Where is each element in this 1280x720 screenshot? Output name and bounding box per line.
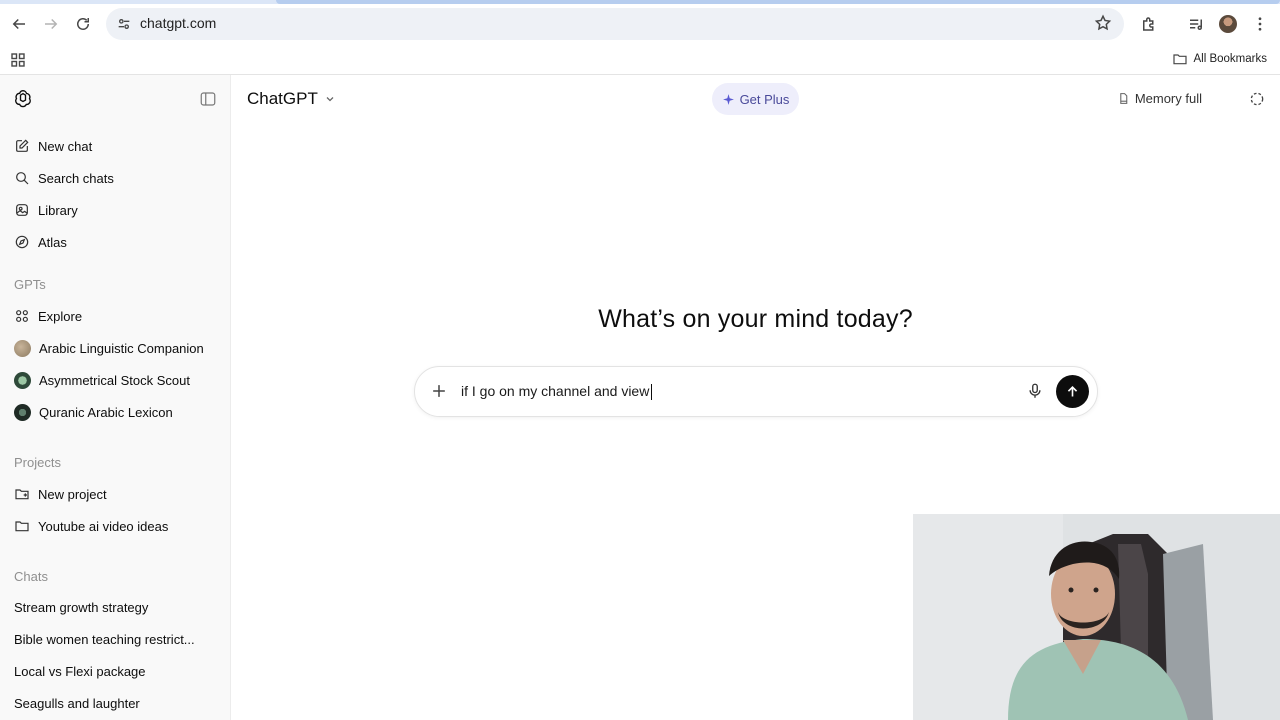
- sidebar-item-explore[interactable]: Explore: [14, 306, 82, 326]
- reload-icon[interactable]: [69, 10, 97, 38]
- all-bookmarks-label: All Bookmarks: [1193, 53, 1268, 65]
- site-info-icon[interactable]: [114, 14, 134, 34]
- temporary-chat-icon[interactable]: [1249, 91, 1265, 107]
- sidebar-item-label: New chat: [38, 138, 93, 154]
- chats-heading: Chats: [14, 569, 48, 584]
- chat-composer[interactable]: if I go on my channel and view: [414, 366, 1098, 417]
- back-icon[interactable]: [5, 10, 33, 38]
- memory-label: Memory full: [1134, 91, 1202, 106]
- extensions-icon[interactable]: [1135, 10, 1163, 38]
- bookmarks-bar: All Bookmarks: [0, 44, 1280, 75]
- forward-icon[interactable]: [37, 10, 65, 38]
- sidebar-item-label: Asymmetrical Stock Scout: [39, 372, 190, 388]
- menu-icon[interactable]: [1246, 10, 1274, 38]
- get-plus-label: Get Plus: [739, 91, 790, 107]
- address-bar[interactable]: chatgpt.com: [106, 8, 1124, 40]
- library-icon: [14, 202, 30, 218]
- all-bookmarks-button[interactable]: All Bookmarks: [1172, 51, 1268, 67]
- get-plus-button[interactable]: Get Plus: [712, 83, 799, 115]
- microphone-icon[interactable]: [1026, 382, 1044, 400]
- apps-grid-icon[interactable]: [10, 52, 26, 68]
- arrow-up-icon: [1067, 385, 1078, 397]
- sidebar-item-label: Search chats: [38, 170, 114, 186]
- profile-avatar[interactable]: [1219, 15, 1237, 33]
- memory-status[interactable]: Memory full: [1117, 91, 1202, 106]
- sidebar-item-label: New project: [38, 486, 107, 502]
- explore-icon: [14, 308, 30, 324]
- gpts-heading: GPTs: [14, 277, 46, 292]
- sidebar: New chat Search chats Library Atlas GPTs…: [0, 75, 231, 720]
- page-title: What’s on your mind today?: [598, 305, 913, 333]
- chatgpt-logo-icon[interactable]: [13, 88, 33, 108]
- sidebar-item-atlas[interactable]: Atlas: [14, 232, 67, 252]
- chevron-down-icon: [326, 97, 334, 102]
- add-attachment-icon[interactable]: [429, 381, 449, 401]
- sidebar-item-search-chats[interactable]: Search chats: [14, 168, 114, 188]
- media-icon[interactable]: [1182, 10, 1210, 38]
- sidebar-item-new-chat[interactable]: New chat: [14, 136, 92, 156]
- message-input[interactable]: if I go on my channel and view: [461, 383, 653, 401]
- atlas-icon: [14, 234, 30, 250]
- memory-icon: [1120, 93, 1128, 104]
- sidebar-item-label: Arabic Linguistic Companion: [39, 340, 204, 356]
- compose-icon: [14, 138, 30, 154]
- chat-item[interactable]: Local vs Flexi package: [14, 664, 214, 679]
- sidebar-item-label: Quranic Arabic Lexicon: [39, 404, 173, 420]
- sidebar-item-label: Atlas: [38, 234, 67, 250]
- send-button[interactable]: [1056, 375, 1089, 408]
- sidebar-item-gpt-stock-scout[interactable]: Asymmetrical Stock Scout: [14, 370, 190, 390]
- browser-toolbar: chatgpt.com: [0, 4, 1280, 44]
- folder-icon: [14, 518, 30, 534]
- sidebar-toggle-icon[interactable]: [199, 90, 217, 108]
- sidebar-item-label: Explore: [38, 308, 83, 324]
- projects-heading: Projects: [14, 455, 61, 470]
- sidebar-item-label: Library: [38, 202, 78, 218]
- chat-item[interactable]: Bible women teaching restrict...: [14, 632, 214, 647]
- model-name: ChatGPT: [247, 89, 318, 108]
- folder-icon: [1172, 54, 1187, 65]
- gpt-avatar: [14, 339, 31, 357]
- webcam-overlay: [913, 514, 1280, 720]
- new-folder-icon: [14, 486, 30, 502]
- sparkle-icon: [722, 93, 734, 105]
- sidebar-item-label: Youtube ai video ideas: [38, 518, 169, 534]
- sidebar-item-library[interactable]: Library: [14, 200, 78, 220]
- gpt-avatar: [14, 371, 31, 389]
- url-text: chatgpt.com: [140, 15, 217, 31]
- message-input-text: if I go on my channel and view: [461, 383, 650, 399]
- model-selector[interactable]: ChatGPT: [247, 89, 336, 109]
- chat-item[interactable]: Seagulls and laughter: [14, 696, 214, 711]
- gpt-avatar: [14, 403, 31, 421]
- bookmark-star-icon[interactable]: [1094, 14, 1114, 34]
- chat-item[interactable]: Stream growth strategy: [14, 600, 214, 615]
- sidebar-item-project-youtube[interactable]: Youtube ai video ideas: [14, 516, 168, 536]
- sidebar-item-gpt-arabic-linguistic[interactable]: Arabic Linguistic Companion: [14, 338, 204, 358]
- sidebar-item-gpt-quranic-lexicon[interactable]: Quranic Arabic Lexicon: [14, 402, 173, 422]
- search-icon: [14, 170, 30, 186]
- text-caret: [651, 384, 653, 401]
- sidebar-item-new-project[interactable]: New project: [14, 484, 107, 504]
